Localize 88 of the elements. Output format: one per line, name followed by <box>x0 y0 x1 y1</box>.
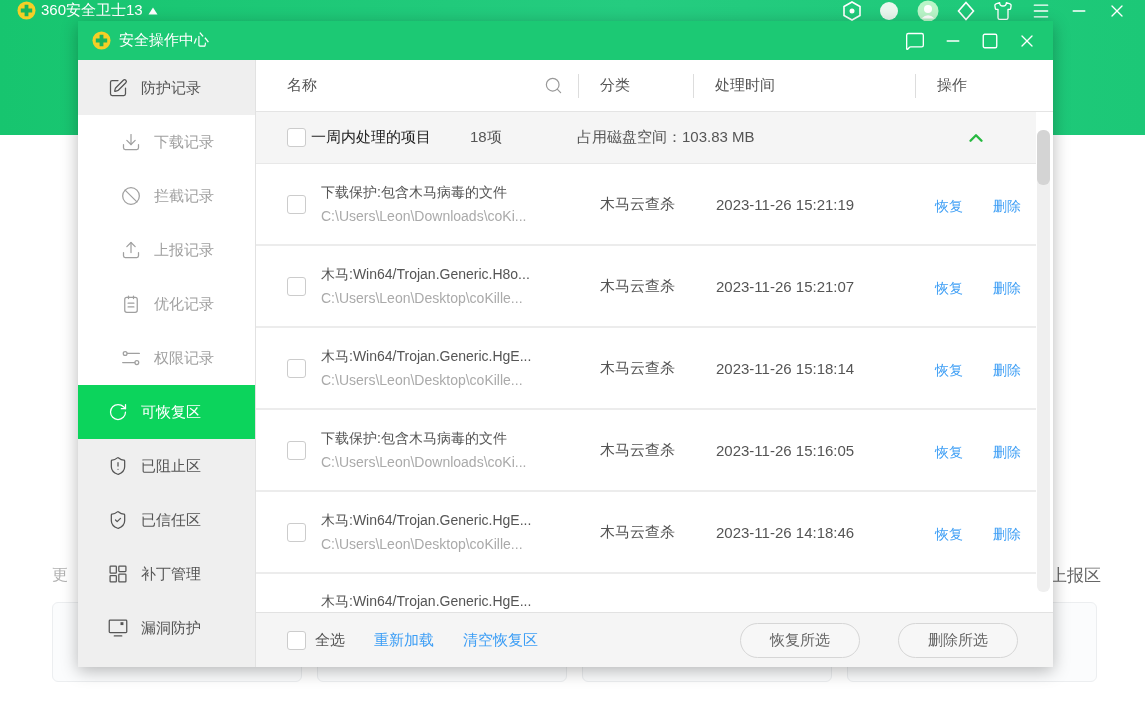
checkbox[interactable] <box>287 194 306 214</box>
scrollbar-thumb[interactable] <box>1037 130 1050 185</box>
shirt-icon[interactable] <box>993 0 1013 21</box>
shield-check-icon <box>108 510 128 530</box>
action-link[interactable]: 删除 <box>993 361 1036 380</box>
table-cell-text: 木马云查杀 <box>600 276 676 296</box>
sidebar-item[interactable]: 防护记录 <box>78 61 255 115</box>
maximize-icon[interactable] <box>981 31 999 50</box>
action-link[interactable]: 恢复 <box>935 443 993 462</box>
sidebar-item[interactable]: 拦截记录 <box>78 169 255 223</box>
item-path: C:\Users\Leon\Downloads\coKi... <box>321 207 528 225</box>
action-link[interactable]: 删除 <box>993 443 1036 462</box>
checkbox[interactable] <box>287 358 306 378</box>
disk-usage: 占用磁盘空间：103.83 MB <box>577 128 755 147</box>
avatar-icon[interactable] <box>917 0 939 22</box>
checkbox[interactable] <box>287 128 306 147</box>
action-button[interactable]: 恢复所选 <box>740 622 860 658</box>
select-all-label[interactable]: 全选 <box>315 630 345 650</box>
item-name: 下载保护:包含木马病毒的文件 <box>321 429 508 447</box>
app-title: 360安全卫士13 <box>41 1 143 20</box>
table-cell-text: 2023-11-26 15:16:05 <box>716 441 856 459</box>
sidebar-item[interactable]: 下载记录 <box>78 115 255 169</box>
plus-circle-icon <box>92 31 111 50</box>
shield-alert-icon <box>108 456 128 476</box>
column-header: 分类 <box>600 76 630 95</box>
checkbox[interactable] <box>287 276 306 296</box>
sliders-icon <box>121 348 141 368</box>
sidebar-item[interactable]: 已信任区 <box>78 493 255 547</box>
checkbox[interactable] <box>287 630 306 650</box>
item-name: 木马:Win64/Trojan.Generic.HgE... <box>321 347 533 365</box>
checkbox[interactable] <box>287 522 306 542</box>
table-cell-text: 木马云查杀 <box>600 194 676 214</box>
column-header: 操作 <box>937 76 967 95</box>
action-link[interactable]: 删除 <box>993 279 1036 298</box>
column-header: 名称 <box>287 76 317 95</box>
ban-icon <box>121 186 141 206</box>
search-icon[interactable] <box>544 76 563 95</box>
scrollbar-track[interactable] <box>1037 130 1050 592</box>
section-title: 更 <box>52 564 68 585</box>
sidebar-item[interactable]: 可恢复区 <box>78 385 255 439</box>
download-icon <box>121 132 141 152</box>
action-link[interactable]: 删除 <box>993 197 1036 216</box>
circle-icon[interactable] <box>879 0 899 21</box>
group-label: 一周内处理的项目 <box>311 128 432 147</box>
sidebar-item[interactable]: 已阻止区 <box>78 439 255 493</box>
action-link[interactable]: 恢复 <box>935 279 993 298</box>
item-name: 木马:Win64/Trojan.Generic.H8o... <box>321 265 531 283</box>
table-cell-text: 2023-11-26 14:18:46 <box>716 523 856 541</box>
grid-icon <box>108 564 128 584</box>
diamond-icon[interactable] <box>957 0 975 21</box>
hexagon-icon[interactable] <box>843 0 861 21</box>
upload-icon <box>121 240 141 260</box>
monitor-icon <box>108 618 128 638</box>
item-path: C:\Users\Leon\Desktop\coKille... <box>321 289 524 307</box>
item-path: C:\Users\Leon\Desktop\coKille... <box>321 535 524 553</box>
table-cell-text: 2023-11-26 15:18:14 <box>716 359 856 377</box>
action-link[interactable]: 恢复 <box>935 197 993 216</box>
table-cell-text: 2023-11-26 15:21:19 <box>716 195 856 213</box>
sidebar-item[interactable]: 优化记录 <box>78 277 255 331</box>
sidebar-item[interactable]: 权限记录 <box>78 331 255 385</box>
sidebar-item[interactable]: 上报记录 <box>78 223 255 277</box>
plus-circle-icon <box>17 1 36 20</box>
group-count: 18项 <box>470 128 503 147</box>
table-cell-text: 木马云查杀 <box>600 358 676 378</box>
edit-icon <box>108 78 128 98</box>
table-cell-text: 木马云查杀 <box>600 440 676 460</box>
footer-link[interactable]: 重新加载 <box>374 630 434 650</box>
refresh-icon <box>108 402 128 422</box>
item-name: 下载保护:包含木马病毒的文件 <box>321 183 508 201</box>
action-link[interactable]: 恢复 <box>935 361 993 380</box>
item-path: C:\Users\Leon\Downloads\coKi... <box>321 453 528 471</box>
item-name: 木马:Win64/Trojan.Generic.HgE... <box>321 592 533 610</box>
table-cell-text: 木马云查杀 <box>600 522 676 542</box>
checkbox[interactable] <box>287 440 306 460</box>
column-header: 处理时间 <box>715 76 775 95</box>
item-name: 木马:Win64/Trojan.Generic.HgE... <box>321 511 533 529</box>
sidebar-item[interactable]: 补丁管理 <box>78 547 255 601</box>
action-button[interactable]: 删除所选 <box>898 622 1018 658</box>
sidebar-item[interactable]: 漏洞防护 <box>78 601 255 655</box>
item-path: C:\Users\Leon\Desktop\coKille... <box>321 371 524 389</box>
caret-icon[interactable] <box>147 6 158 15</box>
footer-link[interactable]: 清空恢复区 <box>463 630 538 650</box>
action-link[interactable]: 删除 <box>993 525 1036 544</box>
clipboard-icon <box>121 294 141 314</box>
action-link[interactable]: 恢复 <box>935 525 993 544</box>
dialog-title: 安全操作中心 <box>119 31 209 50</box>
feedback-icon[interactable] <box>905 30 925 51</box>
table-cell-text: 2023-11-26 15:21:07 <box>716 277 856 295</box>
